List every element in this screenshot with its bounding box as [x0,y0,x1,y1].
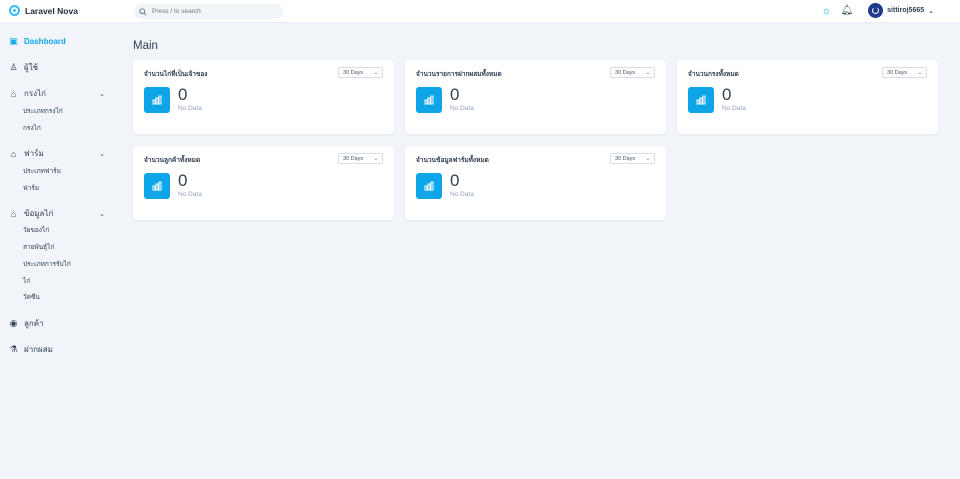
sidebar-item-breeding[interactable]: ⚗ ฝากผสม [9,343,105,356]
sidebar-item-label: Dashboard [24,37,66,46]
sidebar-item-label: ข้อมูลไก่ [24,209,54,218]
card-title: จำนวนรายการฝากผสมทั้งหมด [416,71,502,78]
metric-card: จำนวนกรงทั้งหมด 30 Days ⌄ 0 No Data [677,60,938,134]
card-title: จำนวนลูกค้าทั้งหมด [144,157,201,164]
range-value: 30 Days [343,155,364,162]
sidebar-group-cages[interactable]: ⌂ กรงไก่ ⌄ [9,87,105,100]
metric-value: 0 [178,85,188,104]
chart-bar-icon [688,87,714,113]
chevron-down-icon: ⌄ [373,69,378,76]
chart-bar-icon [144,87,170,113]
page-title: Main [133,40,158,52]
sidebar-item-cage-types[interactable]: ประเภทกรงไก่ [23,106,63,116]
sidebar-item-label: ลูกค้า [24,319,44,328]
chevron-down-icon: ⌄ [917,69,922,76]
sidebar-item-farm-types[interactable]: ประเภทฟาร์ม [23,166,61,176]
sidebar-item-farms[interactable]: ฟาร์ม [23,183,39,193]
sidebar-item-intake-types[interactable]: ประเภทการรับไก่ [23,259,71,269]
sidebar-item-users[interactable]: ♙ ผู้ใช้ [9,61,105,74]
search-input[interactable] [152,8,272,15]
metric-value: 0 [722,85,732,104]
sidebar-item-chickens[interactable]: ไก่ [23,276,30,286]
nova-logo-icon [9,5,20,16]
metric-card: จำนวนไก่ที่เป็นเจ้าของ 30 Days ⌄ 0 No Dat… [133,60,394,134]
sidebar-item-vaccines[interactable]: วัคซีน [23,292,40,302]
card-title: จำนวนกรงทั้งหมด [688,71,739,78]
user-icon: ♙ [9,62,18,72]
chart-bar-icon [416,87,442,113]
range-select[interactable]: 30 Days ⌄ [610,153,655,164]
sidebar-item-breeds[interactable]: สายพันธุ์ไก่ [23,242,54,252]
sidebar-group-chicken-data[interactable]: ⌂ ข้อมูลไก่ ⌄ [9,207,105,220]
metric-note: No Data [178,105,202,112]
range-select[interactable]: 30 Days ⌄ [882,67,927,78]
metric-note: No Data [450,105,474,112]
sidebar-item-chicken-ages[interactable]: วัยของไก่ [23,225,49,235]
chevron-down-icon: ⌄ [99,90,105,98]
range-select[interactable]: 30 Days ⌄ [338,153,383,164]
beaker-icon: ⚗ [9,344,18,354]
range-value: 30 Days [615,155,636,162]
app-name: Laravel Nova [25,5,78,16]
archive-icon: ⌂ [10,88,17,99]
metric-note: No Data [722,105,746,112]
metric-card: จำนวนรายการฝากผสมทั้งหมด 30 Days ⌄ 0 No D… [405,60,666,134]
search-icon [139,7,147,16]
sidebar-item-label: ฝากผสม [24,345,53,354]
metric-value: 0 [450,171,460,190]
metric-note: No Data [178,191,202,198]
metric-value: 0 [178,171,188,190]
range-select[interactable]: 30 Days ⌄ [610,67,655,78]
sidebar-item-label: ผู้ใช้ [24,63,39,72]
chevron-down-icon: ⌄ [373,155,378,162]
chevron-down-icon: ⌄ [645,69,650,76]
metric-value: 0 [450,85,460,104]
chevron-down-icon: ⌄ [645,155,650,162]
avatar [868,3,884,18]
sidebar-item-customers[interactable]: ◉ ลูกค้า [9,317,105,330]
chevron-down-icon: ⌄ [99,150,105,158]
sidebar-item-label: กรงไก่ [24,89,46,98]
top-bar: Laravel Nova ☼ 🔔︎ sittiroj5665⌄ [0,0,960,23]
dashboard-icon: ▣ [9,36,18,46]
home-icon: ⌂ [10,208,17,219]
metric-card: จำนวนข้อมูลฟาร์มทั้งหมด 30 Days ⌄ 0 No Da… [405,146,666,220]
user-menu[interactable]: sittiroj5665 ⌄ [868,3,934,18]
sidebar-item-cages[interactable]: กรงไก่ [23,123,41,133]
range-value: 30 Days [615,69,636,76]
range-value: 30 Days [343,69,364,76]
sidebar-item-dashboard[interactable]: ▣ Dashboard [9,36,105,47]
range-select[interactable]: 30 Days ⌄ [338,67,383,78]
metric-card: จำนวนลูกค้าทั้งหมด 30 Days ⌄ 0 No Data [133,146,394,220]
sidebar-item-label: ฟาร์ม [24,149,44,158]
logo[interactable]: Laravel Nova [9,5,78,16]
theme-toggle-sun-icon[interactable]: ☼ [821,5,831,17]
card-title: จำนวนไก่ที่เป็นเจ้าของ [144,71,208,78]
sidebar-group-farms[interactable]: ⌂ ฟาร์ม ⌄ [9,147,105,160]
chart-bar-icon [144,173,170,199]
user-circle-icon: ◉ [9,318,18,328]
search-box[interactable] [134,4,283,19]
metric-note: No Data [450,191,474,198]
chevron-down-icon: ⌄ [99,210,105,218]
card-title: จำนวนข้อมูลฟาร์มทั้งหมด [416,157,489,164]
home-icon: ⌂ [10,148,17,159]
chevron-down-icon: ⌄ [928,7,934,15]
range-value: 30 Days [887,69,908,76]
notifications-bell-icon[interactable]: 🔔︎ [840,5,853,16]
username: sittiroj5665 [887,7,925,14]
chart-bar-icon [416,173,442,199]
